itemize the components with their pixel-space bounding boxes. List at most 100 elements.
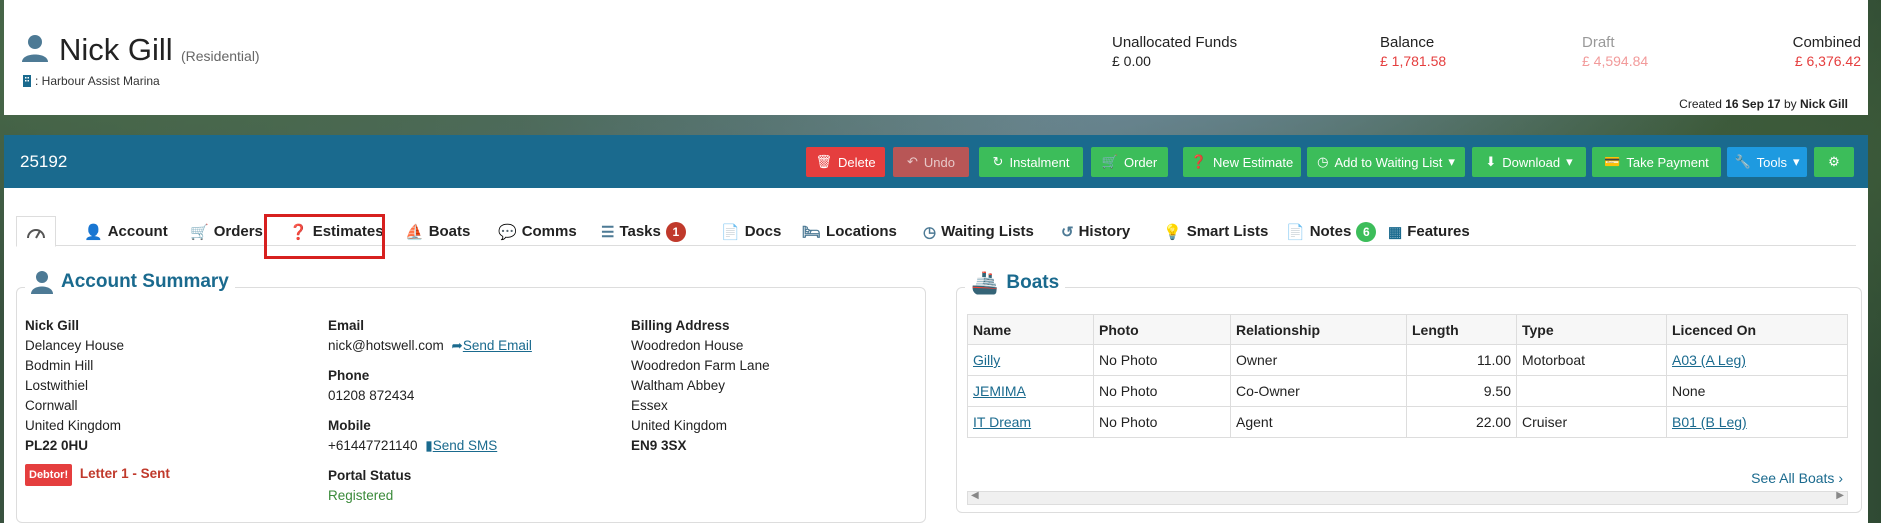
tab-history-label: History <box>1078 223 1131 240</box>
table-cell: None <box>1666 375 1848 407</box>
grid-icon: ▦ <box>1388 223 1403 241</box>
boat-name-link[interactable]: IT Dream <box>973 414 1031 430</box>
tab-boats-label: Boats <box>428 223 471 240</box>
address-line: United Kingdom <box>25 418 122 433</box>
site-name: : Harbour Assist Marina <box>35 74 160 88</box>
customer-header: Nick Gill (Residential) : Harbour Assist… <box>4 0 1868 115</box>
scroll-right-icon[interactable]: ▶ <box>1836 490 1844 501</box>
account-summary-title-text: Account Summary <box>61 271 229 292</box>
scroll-left-icon[interactable]: ◀ <box>971 490 979 501</box>
undo-label: Undo <box>923 154 955 170</box>
settings-button[interactable]: ⚙ <box>1814 147 1854 177</box>
table-row: IT Dream No Photo Agent 22.00 Cruiser B0… <box>967 406 1848 438</box>
send-sms-link[interactable]: Send SMS <box>433 438 498 453</box>
waiting-list-button[interactable]: ◷ Add to Waiting List ▾ <box>1307 147 1465 177</box>
tab-history[interactable]: ↺ History <box>1061 216 1130 247</box>
tab-tasks[interactable]: ☰ Tasks 1 <box>601 216 686 247</box>
user-icon: 👤 <box>84 223 103 241</box>
boat-name-link[interactable]: Gilly <box>973 352 1000 368</box>
table-cell: Motorboat <box>1516 344 1667 376</box>
take-payment-button[interactable]: 💳 Take Payment <box>1592 147 1721 177</box>
combined-label: Combined <box>1792 34 1861 51</box>
created-info: Created 16 Sep 17 by Nick Gill <box>1679 97 1848 111</box>
boat-name-link[interactable]: JEMIMA <box>973 383 1026 399</box>
address-line: Delancey House <box>25 338 125 353</box>
boats-title-text: Boats <box>1006 272 1060 293</box>
download-icon: ⬇ <box>1485 154 1497 169</box>
tab-comms[interactable]: 💬 Comms <box>498 216 577 247</box>
licence-link[interactable]: A03 (A Leg) <box>1672 352 1746 368</box>
building-icon <box>23 75 31 87</box>
table-row: Gilly No Photo Owner 11.00 Motorboat A03… <box>967 344 1848 376</box>
boat-icon: ⛵ <box>405 223 424 241</box>
address-line: Bodmin Hill <box>25 358 94 373</box>
undo-button[interactable]: ↶ Undo <box>893 147 969 177</box>
delete-button[interactable]: 🗑 Delete <box>806 147 885 177</box>
tab-dashboard[interactable] <box>16 216 56 247</box>
combined: Combined £ 6,376.42 <box>1789 34 1861 69</box>
tab-orders[interactable]: 🛒 Orders <box>190 216 263 247</box>
billing-line: Woodredon Farm Lane <box>631 358 770 373</box>
tools-button[interactable]: 🔧 Tools ▾ <box>1727 147 1807 177</box>
estimates-tab-highlight <box>264 214 385 259</box>
home-address: Nick Gill Delancey House Bodmin Hill Los… <box>25 316 170 486</box>
tab-waiting-lists[interactable]: ◷ Waiting Lists <box>923 216 1034 247</box>
created-prefix: Created <box>1679 97 1722 111</box>
horizontal-scrollbar[interactable]: ◀ ▶ <box>967 490 1848 505</box>
download-label: Download <box>1502 154 1561 170</box>
send-email-link[interactable]: Send Email <box>463 338 532 353</box>
tab-boats[interactable]: ⛵ Boats <box>405 216 470 247</box>
question-icon: ❓ <box>1190 154 1207 169</box>
wrench-icon: 🔧 <box>1734 154 1751 169</box>
billing-address: Billing Address Woodredon House Woodredo… <box>631 316 770 456</box>
unallocated-label: Unallocated Funds <box>1112 34 1238 51</box>
tab-smart-lists[interactable]: 💡 Smart Lists <box>1163 216 1268 247</box>
billing-postcode: EN9 3SX <box>631 438 687 453</box>
person-icon <box>22 35 48 62</box>
table-cell: No Photo <box>1093 406 1231 438</box>
tab-docs[interactable]: 📄 Docs <box>721 216 781 247</box>
phone-icon: ▮ <box>425 438 433 453</box>
created-by: Nick Gill <box>1799 97 1848 111</box>
tab-account-label: Account <box>107 223 168 240</box>
action-toolbar: 25192 🗑 Delete ↶ Undo ↻ Instalment 🛒 Ord… <box>4 135 1868 188</box>
column-header: Licenced On <box>1666 314 1848 345</box>
new-estimate-button[interactable]: ❓ New Estimate <box>1183 147 1301 177</box>
tab-account[interactable]: 👤 Account <box>84 216 168 247</box>
mobile-value: +61447721140 <box>328 438 418 453</box>
boats-title: 🚢 Boats <box>965 270 1066 296</box>
instalment-button[interactable]: ↻ Instalment <box>979 147 1083 177</box>
order-button[interactable]: 🛒 Order <box>1091 147 1168 177</box>
tab-features[interactable]: ▦ Features <box>1388 216 1470 247</box>
phone-label: Phone <box>328 368 370 383</box>
billing-label: Billing Address <box>631 318 730 333</box>
see-all-boats-link[interactable]: See All Boats › <box>1751 470 1843 486</box>
table-cell: Co-Owner <box>1230 375 1407 407</box>
cart-icon: 🛒 <box>1101 154 1118 169</box>
notes-count-badge: 6 <box>1356 221 1377 242</box>
boats-table: Name Photo Relationship Length Type Lice… <box>967 314 1848 438</box>
tab-notes[interactable]: 📄 Notes 6 <box>1286 216 1377 247</box>
table-row: JEMIMA No Photo Co-Owner 9.50 None <box>967 375 1848 407</box>
billing-line: Essex <box>631 398 668 413</box>
billing-line: United Kingdom <box>631 418 728 433</box>
licence-link[interactable]: B01 (B Leg) <box>1672 414 1747 430</box>
draft: Draft £ 4,594.84 <box>1582 34 1648 69</box>
tab-locations[interactable]: 🛏 Locations <box>802 216 897 247</box>
portal-label: Portal Status <box>328 468 412 483</box>
table-cell <box>1516 375 1667 407</box>
tab-waiting-lists-label: Waiting Lists <box>941 223 1034 240</box>
tab-tasks-label: Tasks <box>619 223 661 240</box>
download-button[interactable]: ⬇ Download ▾ <box>1472 147 1586 177</box>
tools-label: Tools <box>1756 154 1788 170</box>
table-cell: Cruiser <box>1516 406 1667 438</box>
address-name: Nick Gill <box>25 318 80 333</box>
portal-status: Registered <box>328 488 394 503</box>
tasks-count-badge: 1 <box>665 221 686 242</box>
draft-value: £ 4,594.84 <box>1582 53 1649 69</box>
tab-comms-label: Comms <box>521 223 577 240</box>
instalment-label: Instalment <box>1009 154 1070 170</box>
table-cell: Owner <box>1230 344 1407 376</box>
mobile-row: +61447721140 ▮Send SMS <box>328 436 532 456</box>
customer-name: Nick Gill <box>59 32 173 67</box>
